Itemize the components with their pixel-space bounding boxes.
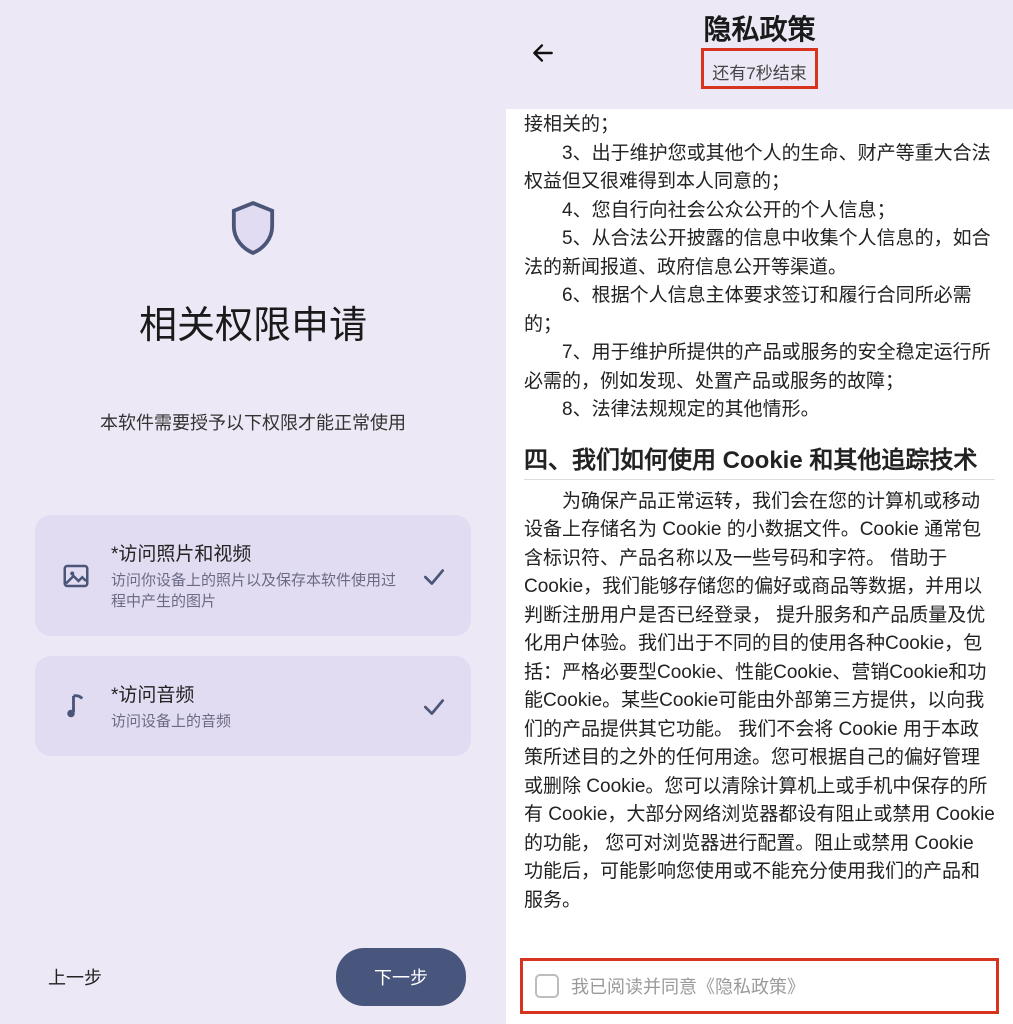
permission-title: *访问照片和视频 bbox=[111, 539, 403, 566]
section-4-heading: 四、我们如何使用 Cookie 和其他追踪技术 bbox=[524, 445, 995, 480]
clause-8: 8、法律法规规定的其他情形。 bbox=[524, 396, 995, 425]
back-button[interactable] bbox=[530, 40, 556, 73]
music-note-icon bbox=[59, 689, 93, 723]
page-title: 相关权限申请 bbox=[0, 294, 506, 349]
check-icon bbox=[421, 693, 447, 719]
page-subtitle: 本软件需要授予以下权限才能正常使用 bbox=[0, 409, 506, 435]
clause-3: 3、出于维护您或其他个人的生命、财产等重大合法权益但又很难得到本人同意的； bbox=[524, 140, 995, 197]
prev-button[interactable]: 上一步 bbox=[40, 954, 110, 1000]
clause-7: 7、用于维护所提供的产品或服务的安全稳定运行所必需的，例如发现、处置产品或服务的… bbox=[524, 339, 995, 396]
permission-text: *访问照片和视频 访问你设备上的照片以及保存本软件使用过程中产生的图片 bbox=[111, 539, 403, 612]
permission-title: *访问音频 bbox=[111, 680, 403, 707]
image-icon bbox=[59, 559, 93, 593]
arrow-left-icon bbox=[530, 40, 556, 66]
truncated-line: 接相关的； bbox=[524, 111, 995, 140]
check-icon bbox=[421, 563, 447, 589]
countdown-highlight: 还有7秒结束 bbox=[701, 48, 817, 89]
bottom-bar: 上一步 下一步 bbox=[0, 948, 506, 1006]
permission-desc: 访问你设备上的照片以及保存本软件使用过程中产生的图片 bbox=[111, 570, 403, 612]
cookie-paragraph: 为确保产品正常运转，我们会在您的计算机或移动设备上存储名为 Cookie 的小数… bbox=[524, 488, 995, 916]
permission-item-photos[interactable]: *访问照片和视频 访问你设备上的照片以及保存本软件使用过程中产生的图片 bbox=[35, 515, 471, 636]
privacy-policy-screen: 隐私政策 还有7秒结束 接相关的； 3、出于维护您或其他个人的生命、财产等重大合… bbox=[506, 0, 1013, 1024]
clause-4: 4、您自行向社会公众公开的个人信息； bbox=[524, 197, 995, 226]
permissions-screen: 相关权限申请 本软件需要授予以下权限才能正常使用 *访问照片和视频 访问你设备上… bbox=[0, 0, 506, 1024]
privacy-body[interactable]: 接相关的； 3、出于维护您或其他个人的生命、财产等重大合法权益但又很难得到本人同… bbox=[506, 109, 1013, 950]
next-button[interactable]: 下一步 bbox=[336, 948, 466, 1006]
agree-label: 我已阅读并同意《隐私政策》 bbox=[571, 973, 805, 999]
agree-checkbox[interactable] bbox=[535, 974, 559, 998]
permissions-list: *访问照片和视频 访问你设备上的照片以及保存本软件使用过程中产生的图片 *访问音… bbox=[35, 515, 471, 756]
permission-item-audio[interactable]: *访问音频 访问设备上的音频 bbox=[35, 656, 471, 756]
countdown-text: 还有7秒结束 bbox=[712, 59, 806, 84]
agree-highlight: 我已阅读并同意《隐私政策》 bbox=[520, 958, 999, 1014]
clause-6: 6、根据个人信息主体要求签订和履行合同所必需的； bbox=[524, 282, 995, 339]
shield-icon bbox=[0, 200, 506, 256]
clause-5: 5、从合法公开披露的信息中收集个人信息的，如合法的新闻报道、政府信息公开等渠道。 bbox=[524, 225, 995, 282]
permission-desc: 访问设备上的音频 bbox=[111, 711, 403, 732]
permission-text: *访问音频 访问设备上的音频 bbox=[111, 680, 403, 732]
privacy-header: 隐私政策 还有7秒结束 bbox=[506, 0, 1013, 109]
privacy-title: 隐私政策 bbox=[506, 8, 1013, 48]
